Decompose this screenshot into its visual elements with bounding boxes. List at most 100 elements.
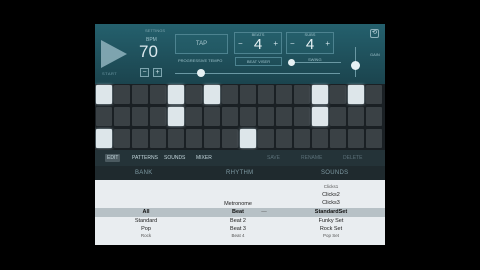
bank-item[interactable]: All bbox=[101, 209, 191, 215]
step-cell-active[interactable] bbox=[204, 85, 220, 104]
beats-plus-button[interactable]: + bbox=[273, 39, 278, 48]
step-cell-active[interactable] bbox=[168, 107, 184, 126]
step-cell[interactable] bbox=[186, 107, 202, 126]
volume-label: GAIN bbox=[370, 52, 380, 57]
volume-icon[interactable]: ⟲ bbox=[370, 29, 379, 38]
tap-button[interactable]: TAP bbox=[175, 34, 228, 54]
bpm-value: 70 bbox=[139, 42, 158, 61]
tempo-slider-knob[interactable] bbox=[197, 69, 205, 77]
step-cell[interactable] bbox=[132, 129, 148, 148]
start-label: START bbox=[102, 71, 118, 76]
step-cell[interactable] bbox=[186, 129, 202, 148]
sounds-item[interactable]: Rock Set bbox=[286, 226, 376, 232]
swing-slider-knob[interactable] bbox=[288, 59, 295, 66]
pattern-picker[interactable]: All Standard Pop Rock Metronome Beat Bea… bbox=[95, 180, 385, 245]
column-bank: BANK bbox=[135, 170, 153, 176]
sounds-item[interactable]: StandardSet bbox=[286, 209, 376, 215]
tab-sounds[interactable]: SOUNDS bbox=[162, 154, 187, 162]
beat-visual-label: BEAT VISER bbox=[246, 59, 271, 64]
sounds-item[interactable]: Funky Set bbox=[286, 218, 376, 224]
step-cell[interactable] bbox=[258, 107, 274, 126]
step-cell[interactable] bbox=[222, 107, 238, 126]
control-panel: START SETTINGS BPM 70 − + TAP PROGRESSIV… bbox=[95, 24, 385, 84]
step-cell-active[interactable] bbox=[96, 85, 112, 104]
step-cell[interactable] bbox=[258, 129, 274, 148]
rhythm-item[interactable]: Beat 4 bbox=[193, 233, 283, 238]
step-cell[interactable] bbox=[294, 129, 310, 148]
bpm-plus-button[interactable]: + bbox=[153, 68, 162, 77]
step-cell[interactable] bbox=[186, 85, 202, 104]
step-cell[interactable] bbox=[330, 85, 346, 104]
step-cell[interactable] bbox=[96, 107, 112, 126]
step-cell[interactable] bbox=[204, 107, 220, 126]
subs-plus-button[interactable]: + bbox=[325, 39, 330, 48]
bank-item[interactable]: Rock bbox=[101, 233, 191, 238]
step-cell[interactable] bbox=[222, 129, 238, 148]
rhythm-item[interactable]: Beat 3 bbox=[193, 226, 283, 232]
swing-slider-track[interactable] bbox=[291, 62, 341, 63]
tap-label: TAP bbox=[195, 41, 208, 47]
bpm-minus-button[interactable]: − bbox=[140, 68, 149, 77]
settings-label[interactable]: SETTINGS bbox=[145, 28, 165, 33]
beat-visual-toggle[interactable]: BEAT VISER bbox=[235, 57, 282, 66]
step-cell[interactable] bbox=[132, 107, 148, 126]
delete-button[interactable]: DELETE bbox=[341, 154, 364, 162]
tab-bar: EDIT PATTERNS SOUNDS MIXER SAVE RENAME D… bbox=[95, 150, 385, 166]
step-cell[interactable] bbox=[348, 107, 364, 126]
save-button[interactable]: SAVE bbox=[265, 154, 282, 162]
step-cell[interactable] bbox=[150, 107, 166, 126]
step-cell[interactable] bbox=[366, 129, 382, 148]
step-cell[interactable] bbox=[312, 129, 328, 148]
sounds-item[interactable]: Pop Set bbox=[286, 233, 376, 238]
picker-header: BANK RHYTHM SOUNDS bbox=[95, 166, 385, 180]
rename-button[interactable]: RENAME bbox=[299, 154, 324, 162]
column-rhythm: RHYTHM bbox=[226, 170, 254, 176]
step-cell-active[interactable] bbox=[312, 85, 328, 104]
step-cell[interactable] bbox=[240, 85, 256, 104]
progressive-tempo-label[interactable]: PROGRESSIVE TEMPO bbox=[178, 58, 222, 63]
volume-slider-knob[interactable] bbox=[351, 61, 360, 70]
step-cell[interactable] bbox=[132, 85, 148, 104]
step-grid bbox=[95, 84, 385, 150]
step-cell[interactable] bbox=[168, 129, 184, 148]
step-cell[interactable] bbox=[150, 85, 166, 104]
step-cell[interactable] bbox=[330, 107, 346, 126]
metronome-app: START SETTINGS BPM 70 − + TAP PROGRESSIV… bbox=[95, 24, 385, 245]
step-cell[interactable] bbox=[348, 129, 364, 148]
step-cell[interactable] bbox=[366, 85, 382, 104]
step-cell-active[interactable] bbox=[348, 85, 364, 104]
step-cell[interactable] bbox=[366, 107, 382, 126]
step-cell[interactable] bbox=[276, 85, 292, 104]
step-cell[interactable] bbox=[294, 107, 310, 126]
bank-item[interactable]: Standard bbox=[101, 218, 191, 224]
step-cell[interactable] bbox=[150, 129, 166, 148]
step-cell[interactable] bbox=[240, 107, 256, 126]
tab-edit[interactable]: EDIT bbox=[105, 154, 121, 162]
step-cell[interactable] bbox=[276, 107, 292, 126]
step-cell-active[interactable] bbox=[96, 129, 112, 148]
step-cell[interactable] bbox=[258, 85, 274, 104]
step-cell-active[interactable] bbox=[168, 85, 184, 104]
rhythm-item[interactable]: Metronome bbox=[193, 201, 283, 207]
step-cell-active[interactable] bbox=[312, 107, 328, 126]
subs-counter: SUBS − 4 + bbox=[286, 32, 334, 54]
bank-item[interactable]: Pop bbox=[101, 226, 191, 232]
sounds-item[interactable]: Clicks1 bbox=[286, 184, 376, 189]
play-icon[interactable] bbox=[101, 40, 127, 68]
step-cell[interactable] bbox=[114, 85, 130, 104]
rhythm-item[interactable]: Beat 2 bbox=[193, 218, 283, 224]
tab-mixer[interactable]: MIXER bbox=[194, 154, 214, 162]
step-cell[interactable] bbox=[222, 85, 238, 104]
step-cell[interactable] bbox=[114, 129, 130, 148]
column-divider: — bbox=[261, 209, 267, 215]
step-cell-active[interactable] bbox=[240, 129, 256, 148]
sounds-item[interactable]: Clicks2 bbox=[286, 192, 376, 198]
tab-patterns[interactable]: PATTERNS bbox=[130, 154, 160, 162]
sounds-item[interactable]: Clicks3 bbox=[286, 200, 376, 206]
step-cell[interactable] bbox=[330, 129, 346, 148]
step-cell[interactable] bbox=[114, 107, 130, 126]
step-cell[interactable] bbox=[276, 129, 292, 148]
step-cell[interactable] bbox=[294, 85, 310, 104]
beats-counter: BEATS − 4 + bbox=[234, 32, 282, 54]
step-cell[interactable] bbox=[204, 129, 220, 148]
